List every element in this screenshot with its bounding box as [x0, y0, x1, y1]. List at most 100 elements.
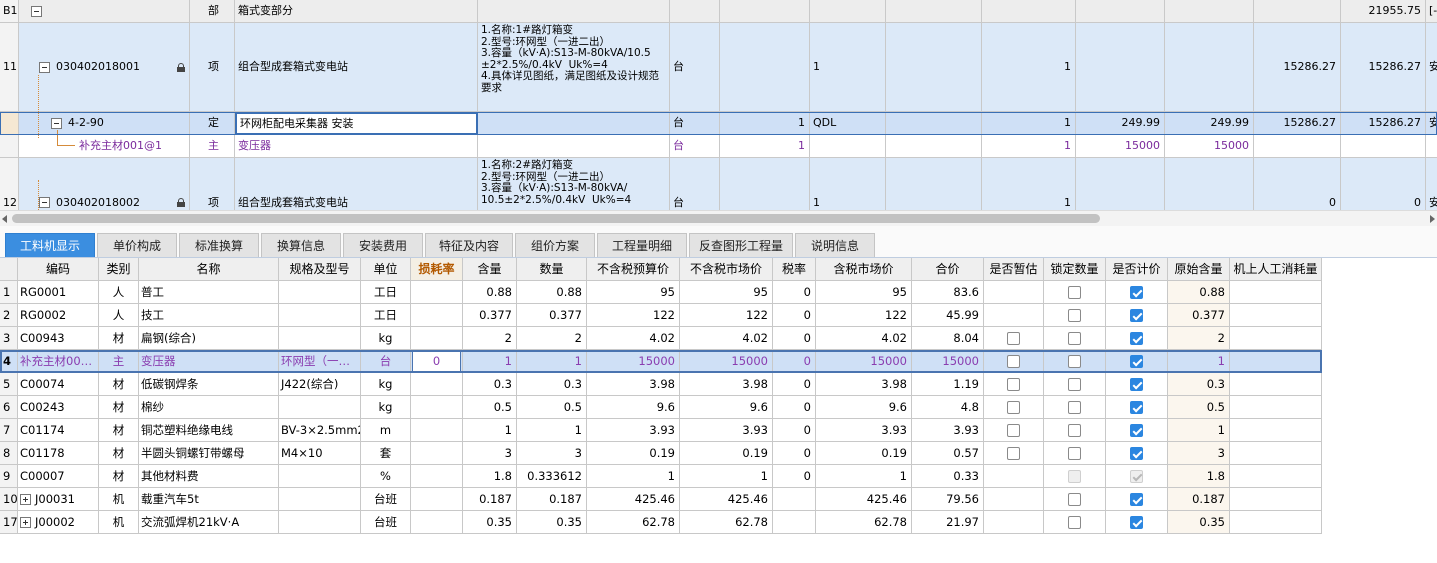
priced-checkbox[interactable] — [1130, 286, 1143, 299]
cell-tax-rate[interactable]: 0 — [773, 373, 816, 396]
lock-qty-checkbox[interactable] — [1068, 355, 1081, 368]
lock-qty-checkbox[interactable] — [1068, 309, 1081, 322]
top-cell-col-a[interactable] — [720, 158, 810, 210]
cell-lock-qty[interactable] — [1044, 396, 1106, 419]
cell-priced[interactable] — [1106, 304, 1168, 327]
cell-spec[interactable] — [279, 465, 361, 488]
cell-orig-content[interactable]: 0.5 — [1168, 396, 1230, 419]
top-cell-col-d[interactable]: 1 — [982, 112, 1076, 135]
cell-provisional[interactable] — [984, 281, 1044, 304]
cell-num[interactable]: 2 — [0, 304, 18, 327]
cell-unit[interactable]: kg — [361, 327, 411, 350]
cell-total[interactable]: 0.33 — [912, 465, 984, 488]
cell-content[interactable]: 3 — [463, 442, 517, 465]
cell-num[interactable]: 10 — [0, 488, 18, 511]
cell-loss[interactable] — [411, 281, 463, 304]
top-cell-col-a[interactable] — [720, 23, 810, 112]
cell-unit[interactable]: 套 — [361, 442, 411, 465]
cell-total[interactable]: 45.99 — [912, 304, 984, 327]
cell-provisional[interactable] — [984, 465, 1044, 488]
header-name[interactable]: 名称 — [139, 258, 279, 281]
cell-priced[interactable] — [1106, 419, 1168, 442]
top-cell-type[interactable]: 项 — [190, 158, 235, 210]
provisional-checkbox[interactable] — [1007, 355, 1020, 368]
provisional-checkbox[interactable] — [1007, 401, 1020, 414]
top-cell-col-e[interactable] — [1076, 23, 1165, 112]
cell-unit[interactable]: 台 — [361, 350, 411, 373]
top-cell-col-f[interactable] — [1165, 0, 1254, 23]
cell-qty[interactable]: 0.377 — [517, 304, 587, 327]
cell-market-price-ex[interactable]: 4.02 — [680, 327, 773, 350]
top-cell-col-f[interactable] — [1165, 23, 1254, 112]
tab-2[interactable]: 标准换算 — [179, 233, 259, 257]
cell-unit[interactable]: 工日 — [361, 281, 411, 304]
cell-market-price-in[interactable]: 0.19 — [816, 442, 912, 465]
tab-5[interactable]: 特征及内容 — [425, 233, 513, 257]
cell-provisional[interactable] — [984, 396, 1044, 419]
cell-num[interactable]: 1 — [0, 281, 18, 304]
priced-checkbox[interactable] — [1130, 378, 1143, 391]
cell-name[interactable]: 铜芯塑料绝缘电线 — [139, 419, 279, 442]
cell-market-price-ex[interactable]: 62.78 — [680, 511, 773, 534]
cell-orig-content[interactable]: 1 — [1168, 350, 1230, 373]
cell-machine-labor[interactable] — [1230, 396, 1322, 419]
cell-orig-content[interactable]: 1 — [1168, 419, 1230, 442]
provisional-checkbox[interactable] — [1007, 424, 1020, 437]
header-unit[interactable]: 单位 — [361, 258, 411, 281]
cell-orig-content[interactable]: 3 — [1168, 442, 1230, 465]
top-cell-col-h[interactable]: 15286.27 — [1341, 23, 1426, 112]
cell-spec[interactable]: M4×10 — [279, 442, 361, 465]
tab-1[interactable]: 单价构成 — [97, 233, 177, 257]
header-category[interactable]: 类别 — [99, 258, 139, 281]
cell-budget-price-ex[interactable]: 0.19 — [587, 442, 680, 465]
cell-machine-labor[interactable] — [1230, 281, 1322, 304]
cell-budget-price-ex[interactable]: 95 — [587, 281, 680, 304]
cell-num[interactable]: 8 — [0, 442, 18, 465]
cell-market-price-in[interactable]: 9.6 — [816, 396, 912, 419]
cell-priced[interactable] — [1106, 281, 1168, 304]
top-cell-feature[interactable] — [478, 135, 670, 158]
cell-tax-rate[interactable]: 0 — [773, 396, 816, 419]
cell-content[interactable]: 0.5 — [463, 396, 517, 419]
top-cell-col-b[interactable]: 1 — [810, 158, 886, 210]
cell-spec[interactable] — [279, 511, 361, 534]
cell-tax-rate[interactable]: 0 — [773, 442, 816, 465]
cell-market-price-in[interactable]: 62.78 — [816, 511, 912, 534]
top-cell-num[interactable] — [0, 112, 19, 135]
cell-budget-price-ex[interactable]: 4.02 — [587, 327, 680, 350]
lock-qty-checkbox[interactable] — [1068, 493, 1081, 506]
cell-tax-rate[interactable] — [773, 488, 816, 511]
tab-9[interactable]: 说明信息 — [795, 233, 875, 257]
scroll-right-arrow-icon[interactable] — [1430, 215, 1435, 223]
cell-name[interactable]: 普工 — [139, 281, 279, 304]
top-cell-col-d[interactable]: 1 — [982, 23, 1076, 112]
top-cell-col-g[interactable] — [1254, 135, 1341, 158]
cell-market-price-in[interactable]: 1 — [816, 465, 912, 488]
cell-loss[interactable] — [411, 442, 463, 465]
top-cell-col-c[interactable] — [886, 0, 982, 23]
tab-7[interactable]: 工程量明细 — [597, 233, 687, 257]
top-cell-unit[interactable]: 台 — [670, 135, 720, 158]
top-cell-name[interactable]: 组合型成套箱式变电站 — [235, 23, 478, 112]
top-cell-col-e[interactable] — [1076, 0, 1165, 23]
cell-provisional[interactable] — [984, 350, 1044, 373]
cell-qty[interactable]: 1 — [517, 350, 587, 373]
cell-tax-rate[interactable] — [773, 511, 816, 534]
cell-loss[interactable]: 0 — [411, 350, 463, 373]
cell-priced[interactable] — [1106, 373, 1168, 396]
cell-category[interactable]: 机 — [99, 511, 139, 534]
cell-spec[interactable] — [279, 396, 361, 419]
provisional-checkbox[interactable] — [1007, 378, 1020, 391]
top-cell-col-h[interactable]: 15286.27 — [1341, 112, 1426, 135]
cell-content[interactable]: 1 — [463, 350, 517, 373]
cell-machine-labor[interactable] — [1230, 327, 1322, 350]
cell-machine-labor[interactable] — [1230, 465, 1322, 488]
collapse-icon[interactable] — [39, 61, 50, 73]
cell-market-price-in[interactable]: 15000 — [816, 350, 912, 373]
top-cell-col-a[interactable]: 1 — [720, 135, 810, 158]
top-cell-col-g[interactable] — [1254, 0, 1341, 23]
cell-category[interactable]: 材 — [99, 442, 139, 465]
header-qty[interactable]: 数量 — [517, 258, 587, 281]
cell-market-price-in[interactable]: 425.46 — [816, 488, 912, 511]
priced-checkbox[interactable] — [1130, 447, 1143, 460]
